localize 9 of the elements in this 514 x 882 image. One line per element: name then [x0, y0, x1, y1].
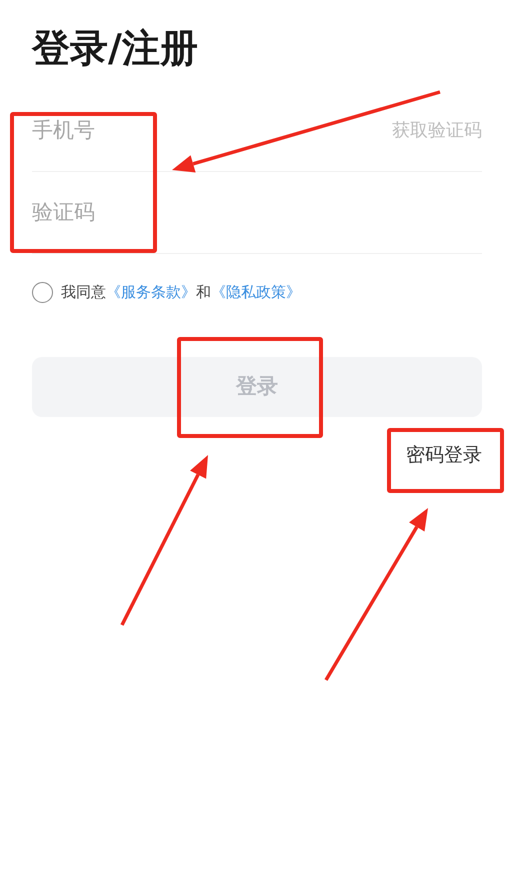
input-field[interactable]: 手机号 [32, 114, 392, 146]
input-field[interactable]: 验证码 [32, 196, 482, 228]
policy-link[interactable]: 《隐私政策》 [211, 283, 301, 301]
agreement-text: 我同意《服务条款》和《隐私政策》 [61, 282, 301, 303]
policy-link[interactable]: 《服务条款》 [106, 283, 196, 301]
password-login-link[interactable]: 密码登录 [406, 440, 482, 469]
page-title: 登录/注册 [32, 25, 198, 72]
get-code-button[interactable]: 获取验证码 [392, 117, 482, 144]
agreement-checkbox[interactable] [32, 282, 53, 303]
